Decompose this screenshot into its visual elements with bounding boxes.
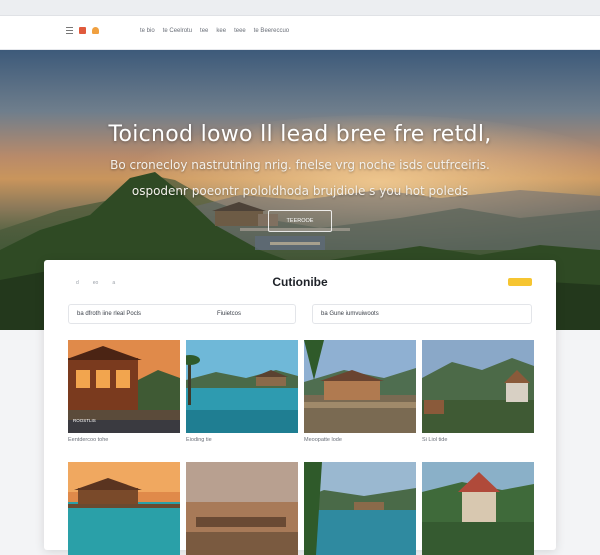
listing-caption: Eioding tie <box>186 437 212 443</box>
nav-link-6[interactable]: te Beereccuo <box>254 28 289 34</box>
search-filter-text: ba dfroth iine rleal Pocls <box>77 311 142 317</box>
panel-title: Cutionibe <box>272 275 328 289</box>
nav-icons <box>66 27 99 34</box>
nav-links: te bio te Ceelrotu tee kee teee te Beere… <box>140 28 289 34</box>
listing-photo <box>186 340 298 433</box>
panel-badge[interactable] <box>508 278 532 286</box>
listing-photo <box>304 462 416 555</box>
flame-icon[interactable] <box>92 27 99 34</box>
listing-photo <box>422 462 534 555</box>
nav-link-1[interactable]: te bio <box>140 28 155 34</box>
browser-chrome <box>0 0 600 16</box>
hero-cta-button[interactable]: TEEROOE <box>268 210 332 232</box>
listing-photo <box>68 462 180 555</box>
listing-caption: Si Liol tide <box>422 437 448 443</box>
nav-link-2[interactable]: te Ceelrotu <box>163 28 192 34</box>
listing-photo <box>304 340 416 433</box>
hero-subtitle-line-2: ospodenr poeontr pololdhoda brujdiole s … <box>131 184 469 198</box>
menu-icon[interactable] <box>66 27 73 34</box>
hero-subtitle-line-1: Bo cronecloy nastrutning nrig. fnelse vr… <box>110 158 490 172</box>
listing-photo <box>186 462 298 555</box>
search-filter-right-label: Fiuietcos <box>217 311 242 317</box>
top-nav: te bio te Ceelrotu tee kee teee te Beere… <box>0 16 600 50</box>
guests-filter-text: ba Gune iumvuiwoots <box>321 311 379 317</box>
listings-panel: d eo a Cutionibe ba dfroth iine rleal Po… <box>44 260 556 555</box>
listing-photo <box>422 340 534 433</box>
nav-link-3[interactable]: tee <box>200 28 208 34</box>
nav-link-5[interactable]: teee <box>234 28 246 34</box>
hero-title: Toicnod lowo ll lead bree fre retdl, <box>108 122 492 147</box>
guests-filter-field[interactable]: ba Gune iumvuiwoots <box>312 304 532 324</box>
listing-caption: Meoopatte lode <box>304 437 342 443</box>
listing-caption: Eentdercoo tohe <box>68 437 109 443</box>
nav-link-4[interactable]: kee <box>216 28 226 34</box>
listing-photo-label: ROOSTLIS <box>73 418 96 423</box>
flag-icon[interactable] <box>79 27 86 34</box>
search-filter-field[interactable]: ba dfroth iine rleal Pocls Fiuietcos <box>68 304 296 324</box>
